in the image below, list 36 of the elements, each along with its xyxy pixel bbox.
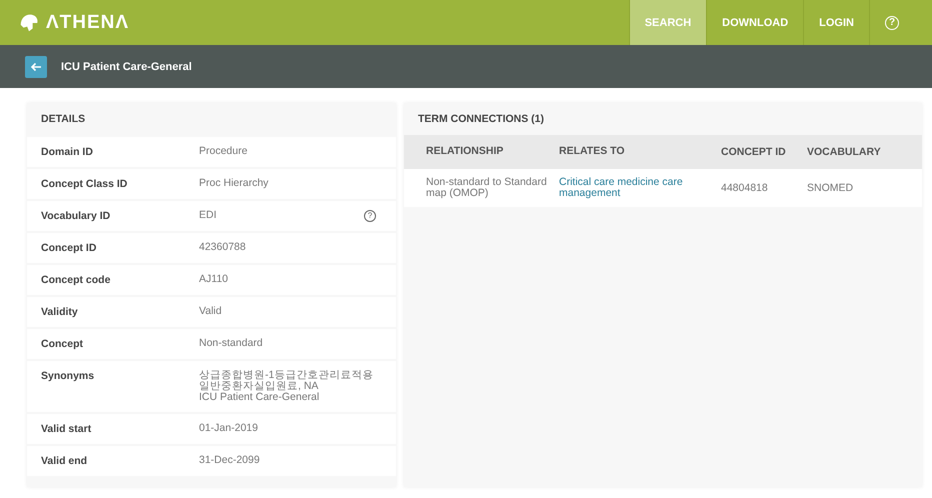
table-cell-text: 44804818 xyxy=(720,182,769,194)
detail-value: EDI xyxy=(199,210,217,222)
detail-value: Non-standard xyxy=(199,338,263,350)
detail-value: Procedure xyxy=(199,146,248,158)
column-header[interactable]: CONCEPT ID xyxy=(719,146,807,158)
brand-name[interactable]: ΛTHENΛ xyxy=(46,12,130,34)
arrow-left-icon xyxy=(30,60,42,72)
detail-value: 31-Dec-2099 xyxy=(199,455,260,466)
back-button[interactable] xyxy=(25,56,47,78)
detail-label: Valid end xyxy=(41,455,88,468)
helmet-icon xyxy=(18,12,40,34)
help-icon[interactable]: ? xyxy=(364,210,376,222)
detail-value: Proc Hierarchy xyxy=(199,178,268,190)
detail-value: 01-Jan-2019 xyxy=(199,423,258,434)
concept-link[interactable]: Critical care medicine care management xyxy=(559,177,719,200)
detail-label: Concept code xyxy=(41,274,112,286)
detail-label: Concept Class ID xyxy=(41,178,128,190)
detail-value: 42360788 xyxy=(199,242,246,254)
detail-label: Vocabulary ID xyxy=(41,210,112,222)
panel-title: DETAILS xyxy=(40,112,86,127)
page-title: ICU Patient Care-General xyxy=(61,60,192,72)
detail-label: Synonyms xyxy=(41,370,96,382)
column-header[interactable]: RELATIONSHIP xyxy=(404,146,559,158)
panel-title: TERM CONNECTIONS (1) xyxy=(417,112,545,127)
detail-label: Concept xyxy=(41,338,84,350)
detail-label: Valid start xyxy=(41,423,92,436)
detail-value: Valid xyxy=(199,306,222,318)
table-cell-text: Non-standard to Standard map (OMOP) xyxy=(425,177,548,200)
detail-value: AJ110 xyxy=(199,274,228,286)
detail-label: Validity xyxy=(41,306,79,318)
detail-label: Concept ID xyxy=(41,242,98,254)
column-header[interactable]: VOCABULARY xyxy=(807,146,897,158)
detail-value: 상급종합병원-1등급간호관리료적용 일반중환자실입원료, NA ICU Patient Care-General xyxy=(199,370,374,404)
column-header[interactable]: RELATES TO xyxy=(559,146,719,158)
table-cell-text: SNOMED xyxy=(807,182,854,194)
detail-label: Domain ID xyxy=(41,146,94,158)
